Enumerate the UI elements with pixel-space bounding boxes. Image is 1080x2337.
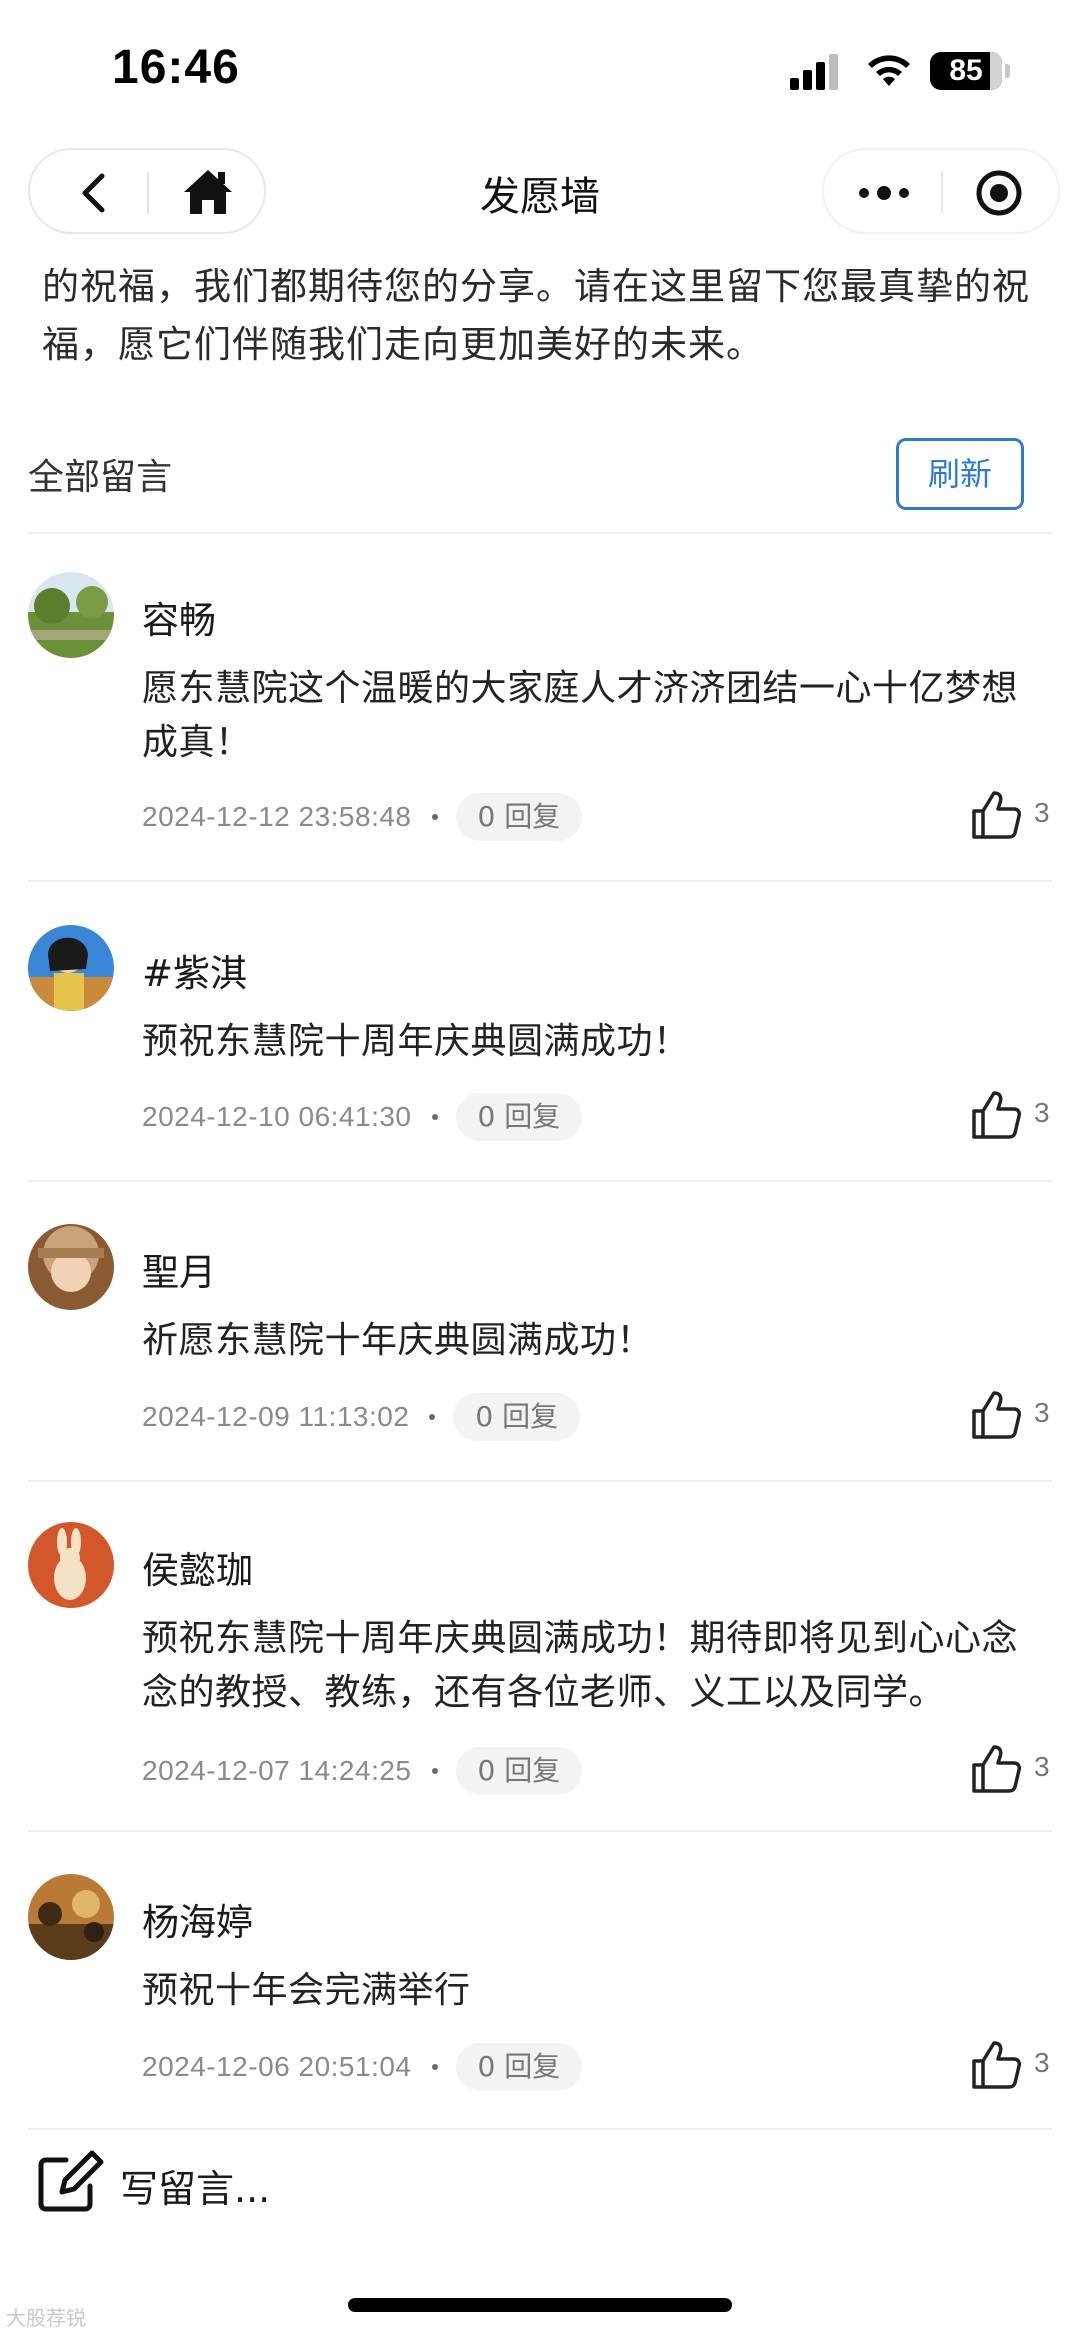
separator-dot — [431, 814, 438, 820]
cellular-signal-icon — [790, 54, 838, 90]
comment-timestamp: 2024-12-10 06:41:30 — [142, 1101, 412, 1132]
comment-meta: 2024-12-06 20:51:04 0 回复 — [142, 2042, 583, 2092]
like-button[interactable]: 3 — [970, 787, 1060, 847]
comment-meta: 2024-12-07 14:24:25 0 回复 — [142, 1746, 583, 1796]
comment-meta: 2024-12-09 11:13:02 0 回复 — [142, 1392, 581, 1442]
thumbs-up-icon — [972, 1391, 1021, 1439]
write-comment-bar[interactable]: 写留言... — [0, 2140, 1080, 2240]
comment-message: 预祝东慧院十周年庆典圆满成功！ — [142, 1021, 690, 1062]
avatar[interactable] — [28, 1874, 114, 1960]
thumbs-up-icon — [972, 1091, 1021, 1139]
divider — [28, 2128, 1052, 2130]
divider — [28, 1180, 1052, 1182]
intro-text: 的祝福，我们都期待您的分享。请在这里留下您最真挚的祝福，愿它们伴随我们走向更加美… — [42, 265, 1030, 366]
thumbs-up-icon — [972, 2041, 1021, 2089]
reply-button[interactable]: 0 回复 — [453, 1393, 581, 1441]
status-time: 16:46 — [112, 41, 240, 94]
like-count: 3 — [1034, 1397, 1050, 1428]
like-button[interactable]: 3 — [970, 2037, 1060, 2097]
section-title: 全部留言 — [28, 457, 173, 498]
edit-icon — [38, 2150, 104, 2212]
write-comment-label[interactable]: 写留言... — [120, 2158, 270, 2213]
comment-timestamp: 2024-12-06 20:51:04 — [142, 2051, 412, 2082]
comment-timestamp: 2024-12-07 14:24:25 — [142, 1755, 412, 1786]
like-button[interactable]: 3 — [970, 1087, 1060, 1147]
divider — [28, 1830, 1052, 1832]
reply-button[interactable]: 0 回复 — [455, 793, 583, 841]
comment-username: #紫淇 — [142, 952, 248, 995]
comment-message: 祈愿东慧院十年庆典圆满成功！ — [142, 1320, 654, 1361]
more-icon[interactable] — [854, 174, 914, 212]
capsule-divider — [941, 172, 943, 214]
nav-bar: 发愿墙 — [0, 140, 1080, 240]
refresh-button[interactable]: 刷新 — [896, 438, 1024, 510]
battery-level: 85 — [949, 54, 983, 87]
comment-meta: 2024-12-12 23:58:48 0 回复 — [142, 792, 583, 842]
like-count: 3 — [1034, 2047, 1050, 2078]
avatar[interactable] — [28, 925, 114, 1011]
separator-dot — [431, 1114, 438, 1120]
thumbs-up-icon — [972, 1745, 1021, 1793]
comment-username: 侯懿珈 — [142, 1549, 253, 1592]
like-count: 3 — [1034, 1097, 1050, 1128]
thumbs-up-icon — [972, 791, 1021, 839]
like-count: 3 — [1034, 1751, 1050, 1782]
separator-dot — [429, 1414, 436, 1420]
divider — [28, 532, 1052, 534]
comment-message: 愿东慧院这个温暖的大家庭人才济济团结一心十亿梦想成真！ — [142, 668, 1019, 763]
avatar[interactable] — [28, 572, 114, 658]
avatar[interactable] — [28, 1522, 114, 1608]
like-button[interactable]: 3 — [970, 1741, 1060, 1801]
reply-button[interactable]: 0 回复 — [455, 2043, 583, 2091]
status-bar: 16:46 85 — [0, 0, 1080, 140]
like-button[interactable]: 3 — [970, 1387, 1060, 1447]
comment-message: 预祝十年会完满举行 — [142, 1970, 471, 2011]
close-miniprogram-icon[interactable] — [974, 168, 1024, 218]
comment-meta: 2024-12-10 06:41:30 0 回复 — [142, 1092, 583, 1142]
reply-button[interactable]: 0 回复 — [455, 1747, 583, 1795]
comment-username: 容畅 — [142, 599, 216, 642]
comment-timestamp: 2024-12-09 11:13:02 — [142, 1401, 410, 1432]
separator-dot — [431, 2064, 438, 2070]
divider — [28, 1480, 1052, 1482]
avatar[interactable] — [28, 1224, 114, 1310]
comment-username: 杨海婷 — [142, 1901, 253, 1944]
home-indicator[interactable] — [348, 2298, 732, 2312]
separator-dot — [431, 1768, 438, 1774]
wifi-icon — [868, 55, 910, 86]
comment-username: 聖月 — [142, 1251, 216, 1294]
like-count: 3 — [1034, 797, 1050, 828]
nav-capsule-right — [822, 148, 1060, 234]
reply-button[interactable]: 0 回复 — [455, 1093, 583, 1141]
comment-timestamp: 2024-12-12 23:58:48 — [142, 801, 412, 832]
watermark: 大股荐锐 — [6, 2306, 86, 2330]
divider — [28, 880, 1052, 882]
battery-indicator: 85 — [930, 52, 1010, 90]
comment-message: 预祝东慧院十周年庆典圆满成功！期待即将见到心心念念的教授、教练，还有各位老师、义… — [142, 1618, 1019, 1713]
